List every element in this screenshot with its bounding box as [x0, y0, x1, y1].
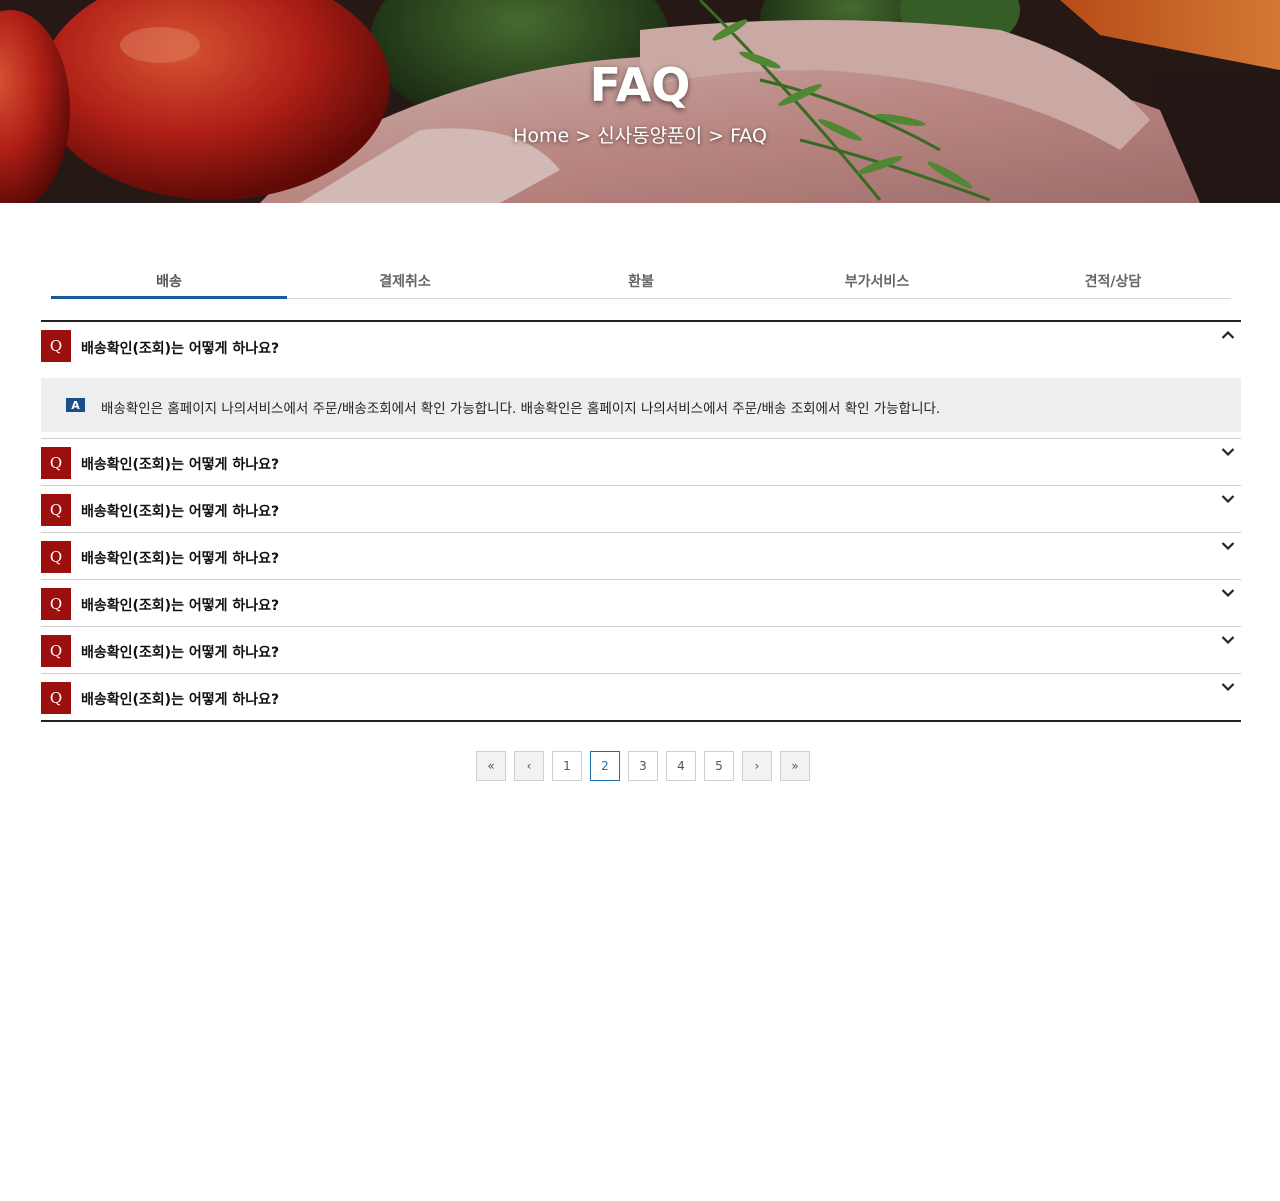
faq-question: 배송확인(조회)는 어떻게 하나요?: [81, 457, 280, 473]
chevron-down-icon[interactable]: [1221, 588, 1235, 598]
next-page-button[interactable]: ›: [742, 751, 772, 781]
chevron-up-icon[interactable]: [1221, 330, 1235, 340]
hero-banner: FAQ Home > 신사동양푼이 > FAQ: [0, 0, 1280, 203]
faq-item: Q 배송확인(조회)는 어떻게 하나요?: [41, 439, 1241, 486]
faq-item: Q 배송확인(조회)는 어떻게 하나요?: [41, 674, 1241, 720]
question-badge: Q: [41, 447, 71, 479]
faq-question: 배송확인(조회)는 어떻게 하나요?: [81, 645, 280, 661]
faq-question: 배송확인(조회)는 어떻게 하나요?: [81, 692, 280, 708]
tab-estimate-consult[interactable]: 견적/상담: [995, 262, 1231, 298]
breadcrumb: Home > 신사동양푼이 > FAQ: [0, 121, 1280, 148]
chevron-down-icon[interactable]: [1221, 494, 1235, 504]
question-badge: Q: [41, 330, 71, 362]
faq-question-row[interactable]: Q 배송확인(조회)는 어떻게 하나요?: [41, 627, 1241, 673]
faq-question: 배송확인(조회)는 어떻게 하나요?: [81, 551, 280, 567]
faq-question: 배송확인(조회)는 어떻게 하나요?: [81, 504, 280, 520]
faq-answer: 배송확인은 홈페이지 나의서비스에서 주문/배송조회에서 확인 가능합니다. 배…: [101, 401, 941, 417]
tab-payment-cancel[interactable]: 결제취소: [287, 262, 523, 298]
page-button-4[interactable]: 4: [666, 751, 696, 781]
faq-question-row[interactable]: Q 배송확인(조회)는 어떻게 하나요?: [41, 486, 1241, 532]
tab-refund[interactable]: 환불: [523, 262, 759, 298]
chevron-down-icon[interactable]: [1221, 541, 1235, 551]
page-title: FAQ: [589, 58, 691, 112]
prev-page-button[interactable]: ‹: [514, 751, 544, 781]
faq-question-row[interactable]: Q 배송확인(조회)는 어떻게 하나요?: [41, 580, 1241, 626]
faq-question-row[interactable]: Q 배송확인(조회)는 어떻게 하나요?: [41, 439, 1241, 485]
question-badge: Q: [41, 682, 71, 714]
page-button-1[interactable]: 1: [552, 751, 582, 781]
breadcrumb-separator: >: [575, 125, 592, 147]
tab-delivery[interactable]: 배송: [51, 262, 287, 299]
faq-list: Q 배송확인(조회)는 어떻게 하나요? A 배송확인은 홈페이지 나의서비스에…: [41, 320, 1241, 722]
page-button-5[interactable]: 5: [704, 751, 734, 781]
faq-category-tabs: 배송 결제취소 환불 부가서비스 견적/상담: [51, 262, 1231, 299]
faq-item: Q 배송확인(조회)는 어떻게 하나요?: [41, 533, 1241, 580]
faq-question-row[interactable]: Q 배송확인(조회)는 어떻게 하나요?: [41, 674, 1241, 720]
question-badge: Q: [41, 494, 71, 526]
chevron-down-icon[interactable]: [1221, 635, 1235, 645]
faq-item: Q 배송확인(조회)는 어떻게 하나요?: [41, 580, 1241, 627]
breadcrumb-separator: >: [708, 125, 725, 147]
breadcrumb-home[interactable]: Home: [513, 125, 569, 147]
question-badge: Q: [41, 635, 71, 667]
faq-question: 배송확인(조회)는 어떻게 하나요?: [81, 341, 280, 357]
faq-answer-panel: A 배송확인은 홈페이지 나의서비스에서 주문/배송조회에서 확인 가능합니다.…: [41, 378, 1241, 432]
chevron-down-icon[interactable]: [1221, 682, 1235, 692]
pagination: « ‹ 1 2 3 4 5 › »: [476, 751, 810, 781]
chevron-down-icon[interactable]: [1221, 447, 1235, 457]
faq-item: Q 배송확인(조회)는 어떻게 하나요?: [41, 627, 1241, 674]
faq-item: Q 배송확인(조회)는 어떻게 하나요? A 배송확인은 홈페이지 나의서비스에…: [41, 322, 1241, 439]
question-badge: Q: [41, 588, 71, 620]
breadcrumb-section[interactable]: 신사동양푼이: [597, 125, 702, 147]
last-page-button[interactable]: »: [780, 751, 810, 781]
question-badge: Q: [41, 541, 71, 573]
faq-item: Q 배송확인(조회)는 어떻게 하나요?: [41, 486, 1241, 533]
page-button-2-current[interactable]: 2: [590, 751, 620, 781]
answer-badge: A: [66, 398, 85, 412]
faq-question-row[interactable]: Q 배송확인(조회)는 어떻게 하나요?: [41, 533, 1241, 579]
first-page-button[interactable]: «: [476, 751, 506, 781]
faq-question-row[interactable]: Q 배송확인(조회)는 어떻게 하나요?: [41, 322, 1241, 378]
breadcrumb-current: FAQ: [730, 125, 767, 147]
faq-question: 배송확인(조회)는 어떻게 하나요?: [81, 598, 280, 614]
tab-extra-service[interactable]: 부가서비스: [759, 262, 995, 298]
page-button-3[interactable]: 3: [628, 751, 658, 781]
